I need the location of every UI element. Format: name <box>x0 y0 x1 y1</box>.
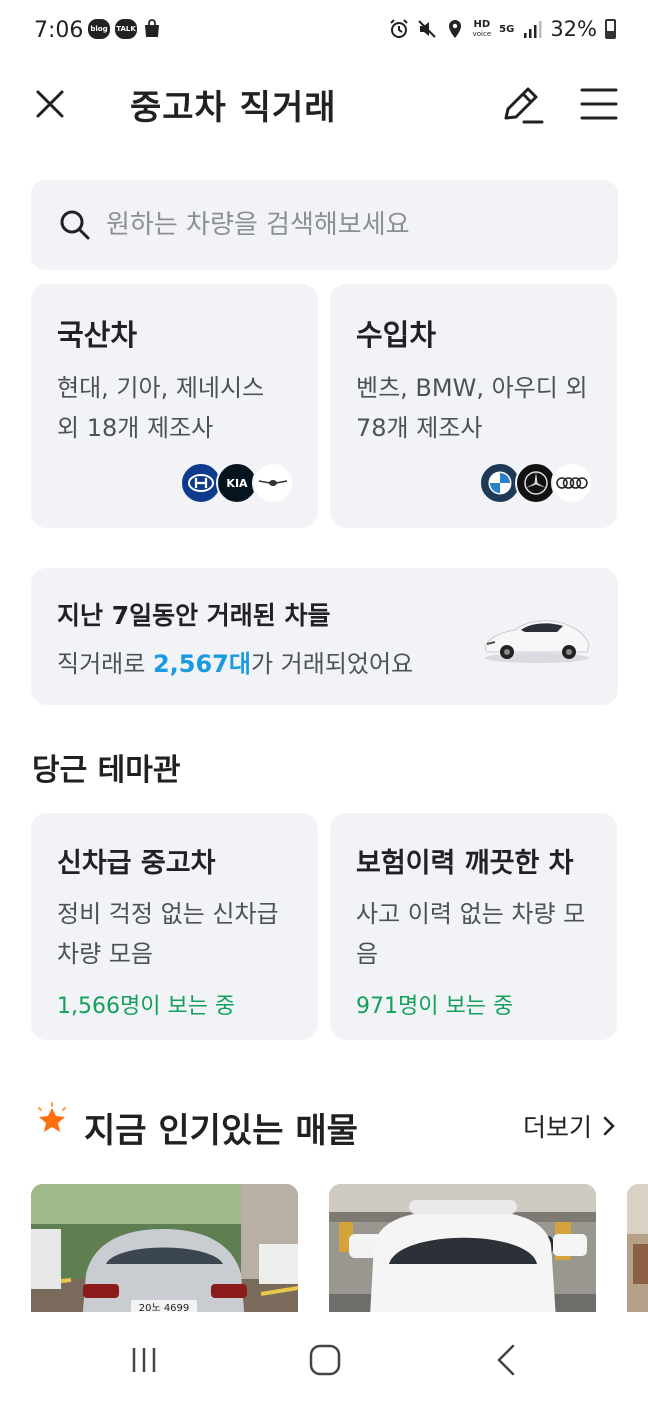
weekly-deals-banner[interactable]: 지난 7일동안 거래된 차들 직거래로 2,567대가 거래되었어요 <box>31 568 618 705</box>
more-link[interactable]: 더보기 <box>523 1108 616 1144</box>
battery-icon <box>605 19 616 39</box>
deals-count: 2,567대 <box>152 650 251 678</box>
search-icon <box>60 210 90 240</box>
shopping-bag-icon <box>145 19 159 37</box>
white-sedan-illustration <box>484 620 590 663</box>
genesis-logo <box>252 462 294 504</box>
deals-prefix: 직거래로 <box>57 650 153 678</box>
back-button[interactable] <box>485 1340 529 1380</box>
license-plate: 20노 4699 <box>139 1302 190 1312</box>
notification-icons: blog TALK <box>88 19 162 39</box>
5g-icon: 5G <box>499 23 515 35</box>
search-bar[interactable] <box>31 180 618 270</box>
partial-listing-photo <box>627 1184 648 1312</box>
location-icon <box>448 20 461 38</box>
signal-icon <box>524 21 542 38</box>
audi-logo <box>551 462 593 504</box>
category-description-line: 78개 제조사 <box>356 414 483 442</box>
close-icon <box>36 90 64 118</box>
category-description-line: 외 18개 제조사 <box>57 414 214 442</box>
pencil-icon <box>504 87 544 124</box>
category-description: 벤츠, BMW, 아우디 외 78개 제조사 <box>356 368 591 448</box>
popular-title: 지금 인기있는 매물 <box>84 1111 358 1151</box>
theme-title: 보험이력 깨끗한 차 <box>356 848 574 879</box>
chevron-right-icon <box>603 1116 615 1136</box>
app-header: 중고차 직거래 <box>0 64 648 144</box>
status-time: 7:06 <box>34 18 84 43</box>
silver-sedan-rear-photo: 20노 4699 <box>31 1184 298 1312</box>
popular-header: 지금 인기있는 매물 더보기 <box>32 1100 616 1151</box>
themes-section-title: 당근 테마관 <box>32 753 181 788</box>
status-bar: 7:06 blog TALK HD voice 5G 32% <box>0 0 648 64</box>
home-icon <box>309 1344 341 1376</box>
blog-icon: blog <box>88 19 110 39</box>
category-title: 국산차 <box>57 318 138 352</box>
theme-description: 정비 걱정 없는 신차급 차량 모음 <box>57 894 292 974</box>
theme-description-line: 음 <box>356 940 379 968</box>
page-title: 중고차 직거래 <box>130 88 337 128</box>
popular-listings-carousel[interactable]: 20노 4699 <box>31 1184 648 1312</box>
brand-logos: KIA <box>180 462 294 504</box>
theme-title: 신차급 중고차 <box>57 848 216 879</box>
category-title: 수입차 <box>356 318 437 352</box>
hamburger-menu-icon <box>580 88 618 120</box>
theme-viewer-count: 1,566명이 보는 중 <box>57 994 236 1019</box>
status-icons: HD voice 5G 32% <box>389 17 616 41</box>
recent-apps-button[interactable] <box>122 1340 166 1380</box>
mute-icon <box>417 20 436 38</box>
back-icon <box>497 1344 515 1376</box>
listing-photo[interactable] <box>329 1184 596 1312</box>
theme-viewer-count: 971명이 보는 중 <box>356 994 514 1019</box>
recent-apps-icon <box>132 1348 156 1372</box>
theme-card-clean-insurance[interactable]: 보험이력 깨끗한 차 사고 이력 없는 차량 모 음 971명이 보는 중 <box>330 813 617 1040</box>
battery-percent: 32% <box>550 17 597 41</box>
alarm-icon <box>389 19 408 38</box>
theme-card-like-new[interactable]: 신차급 중고차 정비 걱정 없는 신차급 차량 모음 1,566명이 보는 중 <box>31 813 318 1040</box>
category-card-imported[interactable]: 수입차 벤츠, BMW, 아우디 외 78개 제조사 <box>330 284 617 528</box>
category-card-domestic[interactable]: 국산차 현대, 기아, 제네시스 외 18개 제조사 KIA <box>31 284 318 528</box>
hd-voice-icon: HD voice <box>472 18 492 38</box>
listing-photo[interactable]: 20노 4699 <box>31 1184 298 1312</box>
system-navigation-bar <box>0 1312 648 1404</box>
listing-photo[interactable] <box>627 1184 648 1312</box>
close-button[interactable] <box>30 84 70 124</box>
home-button[interactable] <box>303 1340 347 1380</box>
theme-description: 사고 이력 없는 차량 모 음 <box>356 894 591 974</box>
more-link-label: 더보기 <box>522 1113 592 1142</box>
category-description-line: 벤츠, BMW, 아우디 외 <box>356 374 588 402</box>
search-input[interactable] <box>106 210 586 240</box>
category-description: 현대, 기아, 제네시스 외 18개 제조사 <box>57 368 292 448</box>
write-button[interactable] <box>498 82 544 128</box>
brand-logos <box>479 462 593 504</box>
sparkle-star-icon <box>38 1102 66 1132</box>
theme-description-line: 차량 모음 <box>57 940 153 968</box>
deals-suffix: 가 거래되었어요 <box>250 650 414 678</box>
category-description-line: 현대, 기아, 제네시스 <box>57 374 265 402</box>
theme-description-line: 사고 이력 없는 차량 모 <box>356 900 586 928</box>
theme-description-line: 정비 걱정 없는 신차급 <box>57 900 279 928</box>
white-suv-front-photo <box>329 1184 596 1312</box>
talk-icon: TALK <box>115 19 137 39</box>
menu-button[interactable] <box>576 82 622 128</box>
